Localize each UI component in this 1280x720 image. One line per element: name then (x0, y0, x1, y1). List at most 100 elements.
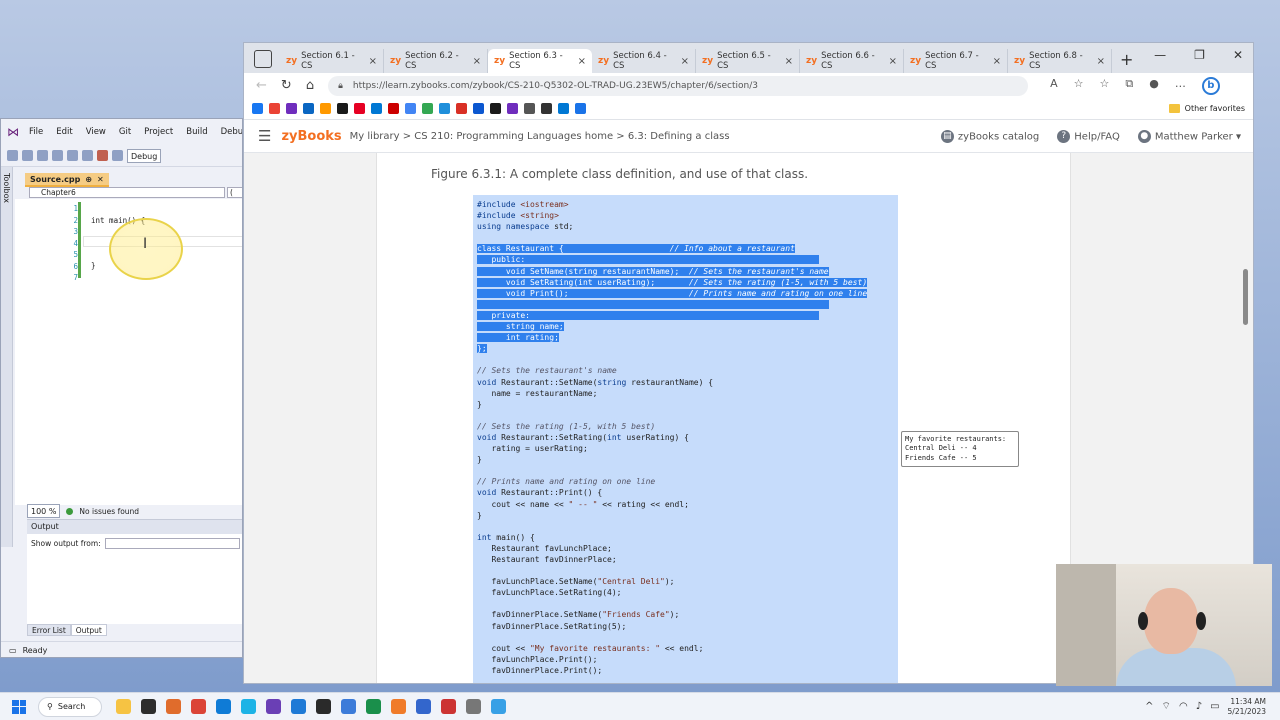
clock[interactable]: 11:34 AM 5/21/2023 (1228, 697, 1266, 717)
favorite-site-icon[interactable] (303, 103, 314, 114)
taskbar-app-icon[interactable] (266, 699, 281, 714)
chevron-up-icon[interactable]: ^ (1145, 701, 1153, 712)
taskbar-app-icon[interactable] (341, 699, 356, 714)
back-icon[interactable] (7, 150, 18, 161)
close-icon[interactable]: ✕ (97, 175, 104, 184)
more-icon[interactable]: … (1175, 77, 1186, 95)
taskbar-app-icon[interactable] (241, 699, 256, 714)
tab-source-cpp[interactable]: Source.cpp ⊕ ✕ (25, 173, 109, 187)
zybooks-logo[interactable]: zyBooks (281, 129, 341, 144)
menu-file[interactable]: File (29, 127, 43, 137)
close-window-icon[interactable]: ✕ (1233, 48, 1243, 62)
breadcrumb[interactable]: My library > CS 210: Programming Languag… (350, 131, 730, 142)
refresh-icon[interactable]: ↻ (281, 78, 292, 93)
add-favorite-icon[interactable]: ☆ (1074, 77, 1084, 95)
favorite-site-icon[interactable] (575, 103, 586, 114)
other-favorites[interactable]: Other favorites (1168, 104, 1245, 113)
toolbox-strip[interactable]: Toolbox (1, 167, 13, 547)
hamburger-menu-icon[interactable]: ☰ (258, 127, 271, 145)
close-icon[interactable]: × (681, 56, 689, 67)
favorite-site-icon[interactable] (558, 103, 569, 114)
profile-icon[interactable]: ● (1149, 77, 1159, 95)
taskbar-search[interactable]: ⚲ Search (38, 696, 102, 717)
menu-edit[interactable]: Edit (56, 127, 72, 137)
browser-tab[interactable]: zy Section 6.2 - CS × (384, 49, 488, 73)
pin-icon[interactable]: ⊕ (85, 175, 92, 184)
address-bar[interactable]: 🔒︎ https://learn.zybooks.com/zybook/CS-2… (328, 75, 1029, 96)
network-icon[interactable]: ⌔ (1162, 700, 1171, 713)
favorite-site-icon[interactable] (320, 103, 331, 114)
taskbar-app-icon[interactable] (416, 699, 431, 714)
new-item-icon[interactable] (37, 150, 48, 161)
favorite-site-icon[interactable] (405, 103, 416, 114)
forward-icon[interactable] (22, 150, 33, 161)
help-link[interactable]: ? Help/FAQ (1057, 129, 1120, 143)
redo-icon[interactable] (112, 150, 123, 161)
browser-tab-active[interactable]: zy Section 6.3 - CS × (488, 49, 592, 73)
taskbar-app-icon[interactable] (291, 699, 306, 714)
menu-project[interactable]: Project (144, 127, 173, 137)
browser-tab[interactable]: zy Section 6.5 - CS × (696, 49, 800, 73)
member-dropdown[interactable]: ( (227, 187, 242, 198)
favorite-site-icon[interactable] (354, 103, 365, 114)
favorite-site-icon[interactable] (507, 103, 518, 114)
taskbar-app-icon[interactable] (116, 699, 131, 714)
close-icon[interactable]: × (785, 56, 793, 67)
user-menu[interactable]: ● Matthew Parker ▾ (1137, 129, 1241, 143)
close-icon[interactable]: × (1097, 56, 1105, 67)
favorite-site-icon[interactable] (371, 103, 382, 114)
taskbar-app-icon[interactable] (191, 699, 206, 714)
volume-icon[interactable]: ♪ (1196, 701, 1202, 712)
favorite-site-icon[interactable] (286, 103, 297, 114)
menu-build[interactable]: Build (186, 127, 207, 137)
taskbar-app-icon[interactable] (316, 699, 331, 714)
taskbar-app-icon[interactable] (441, 699, 456, 714)
minimize-icon[interactable]: — (1154, 48, 1166, 62)
save-all-icon[interactable] (82, 150, 93, 161)
favorite-site-icon[interactable] (252, 103, 263, 114)
taskbar-app-icon[interactable] (216, 699, 231, 714)
close-icon[interactable]: × (369, 56, 377, 67)
browser-tab[interactable]: zy Section 6.8 - CS × (1008, 49, 1112, 73)
browser-tab[interactable]: zy Section 6.6 - CS × (800, 49, 904, 73)
favorites-icon[interactable]: ☆ (1099, 77, 1109, 95)
browser-tab[interactable]: zy Section 6.1 - CS × (280, 49, 384, 73)
close-icon[interactable]: × (473, 56, 481, 67)
favorite-site-icon[interactable] (490, 103, 501, 114)
configuration-select[interactable]: Debug (127, 148, 162, 163)
battery-icon[interactable]: ▭ (1210, 701, 1219, 712)
tab-output[interactable]: Output (70, 624, 107, 636)
taskbar-app-icon[interactable] (366, 699, 381, 714)
output-source-select[interactable] (104, 538, 240, 549)
favorite-site-icon[interactable] (473, 103, 484, 114)
save-icon[interactable] (67, 150, 78, 161)
maximize-icon[interactable]: ❐ (1194, 48, 1205, 62)
issues-status[interactable]: No issues found (79, 507, 139, 516)
menu-git[interactable]: Git (119, 127, 131, 137)
read-aloud-icon[interactable]: A (1050, 77, 1058, 95)
new-tab-icon[interactable]: + (1120, 50, 1133, 69)
zoom-select[interactable]: 100 % (27, 504, 61, 518)
favorite-site-icon[interactable] (337, 103, 348, 114)
favorite-site-icon[interactable] (541, 103, 552, 114)
start-button-icon[interactable] (12, 699, 26, 714)
menu-view[interactable]: View (86, 127, 106, 137)
open-icon[interactable] (52, 150, 63, 161)
tab-error-list[interactable]: Error List (27, 624, 71, 636)
favorite-site-icon[interactable] (456, 103, 467, 114)
bing-chat-icon[interactable]: b (1201, 76, 1220, 95)
favorite-site-icon[interactable] (524, 103, 535, 114)
catalog-link[interactable]: ▤ zyBooks catalog (940, 129, 1039, 143)
browser-tab[interactable]: zy Section 6.7 - CS × (904, 49, 1008, 73)
menu-debug[interactable]: Debug (221, 127, 242, 137)
browser-tab[interactable]: zy Section 6.4 - CS × (592, 49, 696, 73)
visual-studio-window[interactable]: ⋈ File Edit View Git Project Build Debug… (0, 118, 243, 658)
scrollbar-thumb[interactable] (1243, 269, 1248, 325)
back-arrow-icon[interactable]: ← (256, 78, 267, 93)
taskbar-app-icon[interactable] (491, 699, 506, 714)
scope-dropdown[interactable]: Chapter6 (29, 187, 225, 198)
favorite-site-icon[interactable] (422, 103, 433, 114)
favorite-site-icon[interactable] (439, 103, 450, 114)
tab-actions-icon[interactable] (254, 50, 272, 68)
close-icon[interactable]: × (993, 56, 1001, 67)
